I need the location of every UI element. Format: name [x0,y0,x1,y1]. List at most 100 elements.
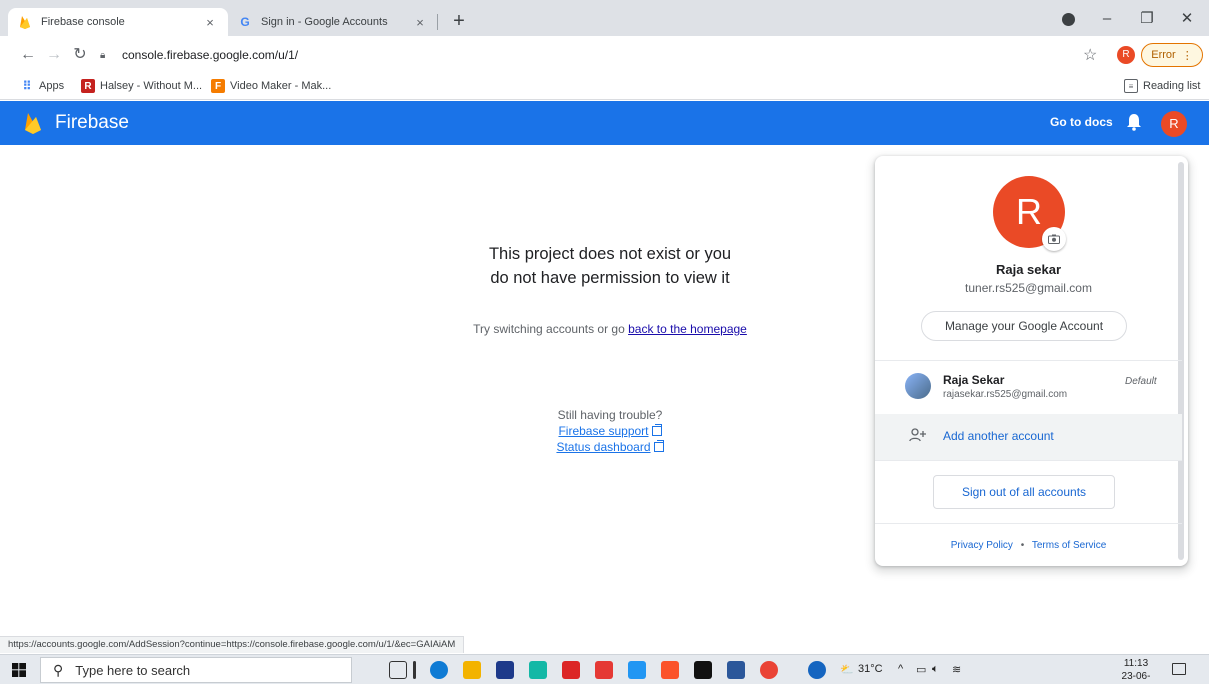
terminal-icon[interactable] [694,661,712,679]
windows-start-icon[interactable] [12,663,26,682]
edge-icon[interactable] [430,661,448,679]
r-logo-icon: R [81,79,95,93]
status-label: Status dashboard [556,440,651,454]
privacy-policy-link[interactable]: Privacy Policy [951,540,1013,551]
tab-separator [437,14,438,30]
error-line-1: This project does not exist or you [488,245,732,263]
camera-icon[interactable] [1042,227,1066,251]
app-icon[interactable] [529,661,547,679]
wifi-icon[interactable]: ≋ [952,663,961,676]
taskbar-separator-icon [413,661,416,679]
phone-app-icon[interactable] [628,661,646,679]
trouble-heading: Still having trouble? [557,408,663,422]
tab-search-icon[interactable] [1062,13,1075,26]
error-line-2: do not have permission to view it [490,269,730,287]
error-button[interactable]: Error ⋮ [1141,43,1203,67]
forward-arrow-icon[interactable]: → [44,45,64,65]
taskbar-search[interactable]: ⚲ Type here to search [40,657,352,683]
profile-avatar[interactable]: R [1117,46,1135,64]
account-photo [905,373,931,399]
tab-close-icon[interactable]: × [412,15,428,30]
tab-title: Sign in - Google Accounts [261,16,388,28]
volume-icon[interactable]: 🔈︎ [932,663,939,676]
weather-temp[interactable]: 31°C [858,663,883,675]
external-link-icon [651,424,662,436]
tab-title: Firebase console [41,16,125,28]
search-icon: ⚲ [53,661,64,678]
bookmark-label: Halsey - Without M... [100,80,203,92]
tab-close-icon[interactable]: × [202,15,218,30]
bookmark-halsey[interactable]: R Halsey - Without M... [81,79,202,93]
default-badge: Default [1125,376,1157,387]
account-email: tuner.rs525@gmail.com [965,281,1092,295]
chrome-icon[interactable] [760,661,778,679]
reading-list-label: Reading list [1143,80,1201,92]
new-tab-button[interactable]: + [447,10,471,34]
other-account-email: rajasekar.rs525@gmail.com [943,389,1068,400]
switch-accounts-hint: Try switching accounts or go back to the… [400,322,820,336]
firebase-support-link[interactable]: Firebase support [558,423,662,439]
browser-toolbar: ← → ↻ 🔒︎ console.firebase.google.com/u/1… [0,36,1209,74]
bell-icon[interactable] [1126,113,1142,136]
kebab-menu-icon: ⋮ [1181,49,1193,62]
account-popup: R Raja sekar tuner.rs525@gmail.com Manag… [875,156,1188,566]
google-g-icon: G [240,15,250,29]
weather-icon: ⛅ [840,664,854,676]
notification-icon[interactable] [1172,663,1186,675]
reading-list-icon: ≡ [1124,79,1138,93]
reload-icon[interactable]: ↻ [70,45,90,65]
url-text: console.firebase.google.com/u/1/ [122,48,299,62]
apps-grid-icon: ⠿ [22,79,32,93]
external-link-icon [653,440,664,452]
office-icon[interactable] [595,661,613,679]
window-close-icon[interactable]: ✕ [1167,0,1207,36]
reading-list[interactable]: ≡ Reading list [1124,79,1200,93]
trouble-section: Still having trouble? Firebase support S… [510,407,710,455]
status-dashboard-link[interactable]: Status dashboard [556,439,664,455]
tab-google-signin[interactable]: G Sign in - Google Accounts × [228,8,438,36]
homepage-link[interactable]: back to the homepage [628,322,747,336]
clock-time: 11:13 [1123,658,1149,669]
clock-date: 23-06-2021 [1121,671,1151,682]
account-name: Raja sekar [995,262,1062,277]
taskbar-clock[interactable]: 11:13 23-06-2021 [1116,657,1156,684]
firebase-header: Firebase Go to docs R [0,101,1209,145]
support-label: Firebase support [558,424,649,438]
error-message: This project does not exist or you do no… [440,242,780,290]
bookmark-video-maker[interactable]: F Video Maker - Mak... [211,79,331,93]
address-bar[interactable]: 🔒︎ console.firebase.google.com/u/1/ [100,40,1110,70]
firebase-title[interactable]: Firebase [55,112,129,134]
battery-icon[interactable]: ▭ [916,663,926,676]
bookmark-apps[interactable]: ⠿ Apps [20,79,64,93]
minimize-icon[interactable]: – [1087,0,1127,36]
security-app-icon[interactable] [562,661,580,679]
tab-firebase-console[interactable]: Firebase console × [8,8,228,36]
f-logo-icon: F [211,79,225,93]
other-account-row[interactable]: Raja Sekar rajasekar.rs525@gmail.com Def… [875,361,1182,413]
footer-separator: • [1020,540,1025,551]
help-icon[interactable] [808,661,826,679]
switch-prefix: Try switching accounts or go [473,322,629,336]
firebase-flame-icon [18,15,32,29]
terms-of-service-link[interactable]: Terms of Service [1032,540,1106,551]
firebase-logo-icon[interactable] [24,112,42,139]
back-arrow-icon[interactable]: ← [18,45,38,65]
add-account-label: Add another account [943,429,1054,443]
other-account-name: Raja Sekar [943,373,1005,387]
restore-icon[interactable]: ❐ [1127,0,1167,36]
bookmarks-bar: ⠿ Apps R Halsey - Without M... F Video M… [0,74,1209,100]
error-label: Error [1151,49,1176,61]
task-view-icon[interactable] [389,661,407,679]
account-avatar[interactable]: R [1161,111,1187,137]
add-account-row[interactable]: Add another account [875,414,1182,460]
lock-icon: 🔒︎ [100,49,106,61]
brave-icon[interactable] [661,661,679,679]
sign-out-button[interactable]: Sign out of all accounts [933,475,1115,509]
dropbox-icon[interactable] [496,661,514,679]
manage-account-button[interactable]: Manage your Google Account [921,311,1127,341]
file-explorer-icon[interactable] [463,661,481,679]
go-to-docs-link[interactable]: Go to docs [1050,115,1113,129]
tray-chevron-icon[interactable]: ^ [898,663,903,675]
word-icon[interactable] [727,661,745,679]
bookmark-star-icon[interactable]: ☆ [1083,45,1097,65]
